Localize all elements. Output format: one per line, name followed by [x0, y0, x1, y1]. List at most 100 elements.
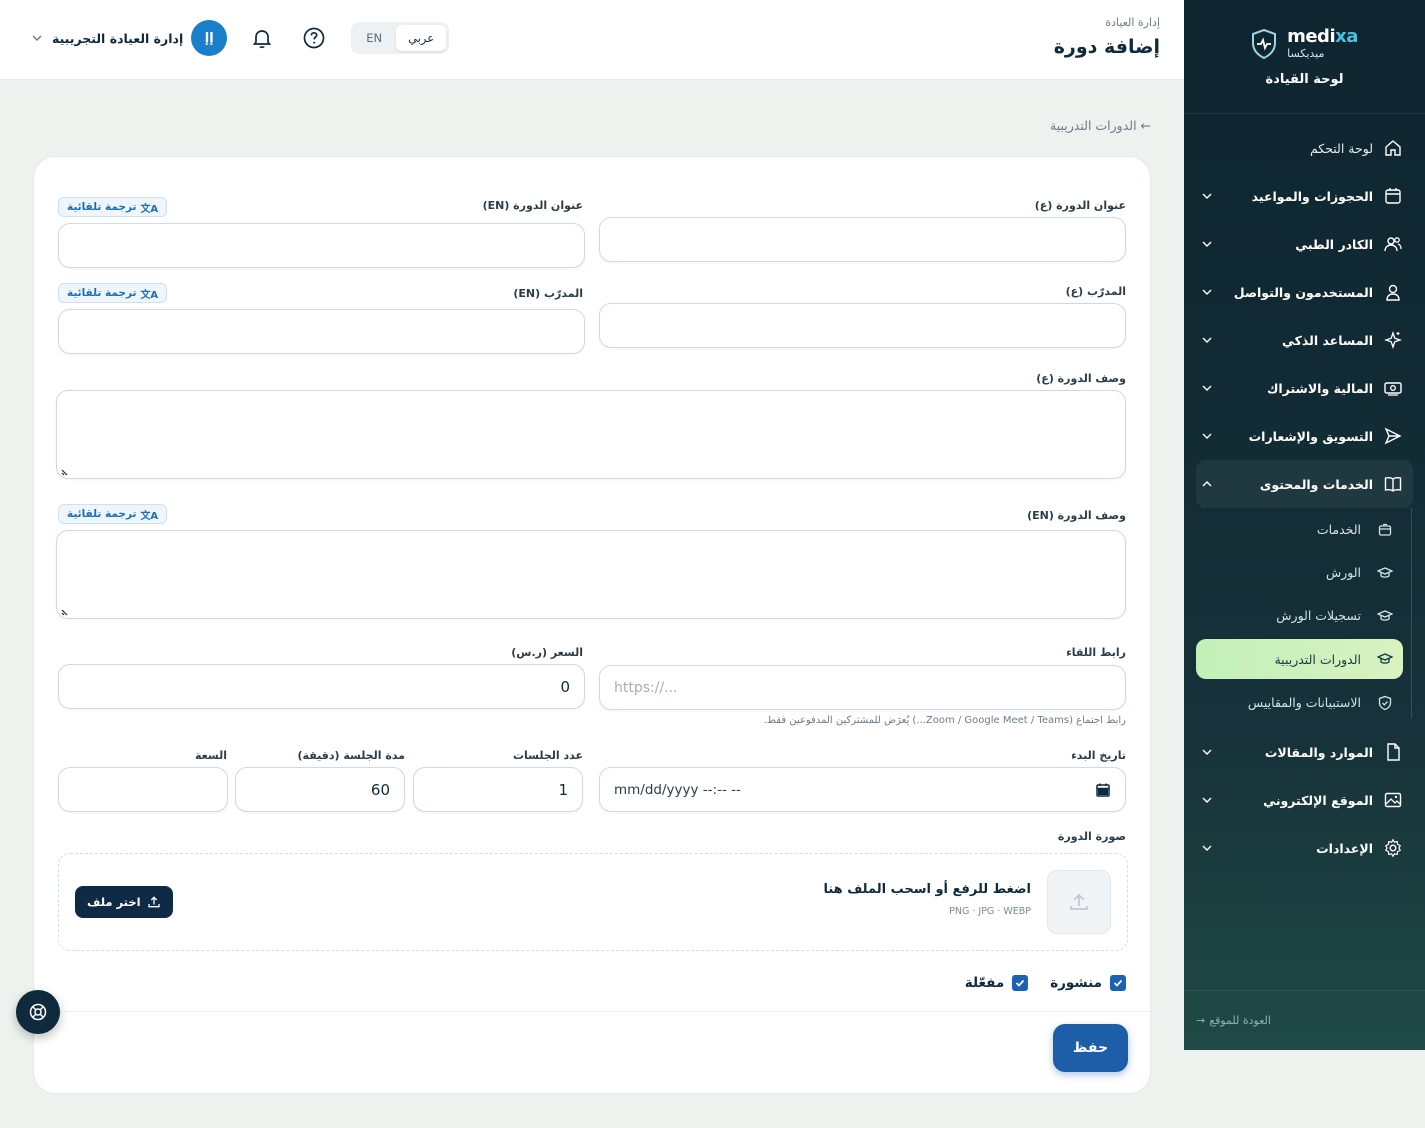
sidebar-item-bookings[interactable]: الحجوزات والمواعيد	[1196, 172, 1413, 220]
sidebar-subitem-training-courses[interactable]: الدورات التدريبية	[1196, 639, 1403, 679]
support-fab-button[interactable]	[16, 990, 60, 1034]
sidebar-item-medical-staff[interactable]: الكادر الطبي	[1196, 220, 1413, 268]
start-date-input[interactable]: mm/dd/yyyy --:-- --	[599, 767, 1126, 812]
resize-handle-icon[interactable]	[61, 607, 70, 616]
sidebar-subitem-workshops[interactable]: الورش	[1196, 551, 1403, 594]
upload-title: اضغط للرفع أو اسحب الملف هنا	[823, 882, 1031, 897]
image-dropzone[interactable]: اضغط للرفع أو اسحب الملف هنا PNG · JPG ·…	[58, 853, 1128, 951]
checkbox-checked-icon	[1012, 975, 1029, 991]
brand: medixa ميديكسا لوحة القيادة	[1184, 0, 1425, 114]
back-to-courses-link[interactable]: ← الدورات التدريبية	[1050, 118, 1151, 133]
sidebar-item-users[interactable]: المستخدمون والتواصل	[1196, 268, 1413, 316]
sessions-input[interactable]: 1	[413, 767, 583, 812]
sidebar-item-label: التسويق والإشعارات	[1248, 428, 1373, 444]
chevron-down-icon	[1202, 385, 1212, 391]
title-en-label: عنوان الدورة (EN)	[482, 199, 583, 212]
topbar-actions: EN عربي إدارة العيادة التجريبية إإ	[30, 20, 450, 56]
home-icon	[1385, 140, 1401, 156]
lifebuoy-icon	[29, 1003, 47, 1021]
translate-icon: 文A	[140, 289, 159, 301]
trainer-ar-label: المدرّب (ع)	[1065, 285, 1126, 298]
user-name: إدارة العيادة التجريبية	[52, 30, 184, 46]
chevron-down-icon	[1202, 797, 1212, 803]
sidebar-subitem-label: الخدمات	[1316, 522, 1361, 537]
avatar: إإ	[191, 20, 228, 56]
trainer-ar-input[interactable]	[599, 303, 1126, 348]
sidebar-item-ai-assistant[interactable]: المساعد الذكي	[1196, 316, 1413, 364]
lang-ar-button[interactable]: عربي	[396, 25, 447, 51]
sidebar-nav: لوحة التحكم الحجوزات والمواعيد الكادر ال…	[1184, 114, 1425, 872]
image-icon	[1384, 792, 1402, 808]
topbar: إدارة العيادة إضافة دورة EN عربي إدارة ا…	[0, 0, 1184, 80]
sidebar-item-website[interactable]: الموقع الإلكتروني	[1196, 776, 1413, 824]
help-button[interactable]	[299, 23, 329, 53]
user-menu[interactable]: إدارة العيادة التجريبية إإ	[30, 20, 228, 56]
sidebar-subitem-surveys[interactable]: الاستبيانات والمقاييس	[1196, 681, 1403, 724]
auto-translate-label: ترجمة تلقائية	[67, 508, 137, 520]
auto-translate-description-button[interactable]: 文A ترجمة تلقائية	[58, 504, 168, 524]
sidebar-item-settings[interactable]: الإعدادات	[1196, 824, 1413, 872]
sidebar-subitem-label: تسجيلات الورش	[1276, 608, 1361, 623]
auto-translate-label: ترجمة تلقائية	[67, 201, 137, 213]
duration-label: مدة الجلسة (دقيقة)	[297, 749, 405, 762]
course-form-card: عنوان الدورة (ع) عنوان الدورة (EN) 文A تر…	[33, 156, 1151, 1094]
sidebar-item-dashboard[interactable]: لوحة التحكم	[1196, 124, 1413, 172]
language-toggle: EN عربي	[351, 22, 450, 54]
published-checkbox[interactable]: منشورة	[1050, 975, 1126, 991]
meeting-link-hint: رابط اجتماع (Zoom / Google Meet / Teams.…	[763, 715, 1126, 726]
sidebar: medixa ميديكسا لوحة القيادة لوحة التحكم …	[1184, 0, 1425, 1050]
save-button[interactable]: حفظ	[1053, 1024, 1128, 1072]
auto-translate-trainer-button[interactable]: 文A ترجمة تلقائية	[58, 283, 168, 303]
trainer-en-input[interactable]	[58, 309, 585, 354]
sidebar-item-finance[interactable]: المالية والاشتراك	[1196, 364, 1413, 412]
checkbox-checked-icon	[1110, 975, 1126, 991]
chevron-down-icon	[1202, 433, 1212, 439]
sidebar-item-label: لوحة التحكم	[1309, 140, 1373, 156]
calendar-picker-icon[interactable]	[1095, 782, 1111, 798]
description-en-label: وصف الدورة (EN)	[1027, 509, 1126, 522]
lang-en-button[interactable]: EN	[354, 25, 394, 51]
price-label: السعر (ر.س)	[511, 646, 583, 659]
title-en-input[interactable]	[58, 223, 585, 268]
published-label: منشورة	[1050, 975, 1102, 991]
sidebar-subitem-label: الاستبيانات والمقاييس	[1247, 695, 1361, 710]
sidebar-item-services-content[interactable]: الخدمات والمحتوى	[1196, 460, 1413, 508]
meeting-link-input[interactable]: https://...	[599, 665, 1126, 710]
calendar-icon	[1385, 188, 1401, 204]
notifications-button[interactable]	[247, 23, 277, 53]
back-to-site-link[interactable]: → العودة للموقع	[1184, 990, 1425, 1050]
course-image-label: صورة الدورة	[1057, 830, 1126, 843]
brand-name-en: medixa	[1287, 26, 1358, 47]
sidebar-submenu: الخدمات الورش تسجيلات الورش الدورات التد…	[1184, 508, 1425, 728]
sidebar-subitem-label: الدورات التدريبية	[1274, 651, 1361, 667]
description-ar-textarea[interactable]	[56, 390, 1126, 479]
sidebar-subitem-label: الورش	[1325, 565, 1361, 580]
start-date-label: تاريخ البدء	[1071, 749, 1126, 762]
sidebar-item-label: الخدمات والمحتوى	[1259, 476, 1373, 492]
sidebar-subitem-services[interactable]: الخدمات	[1196, 508, 1403, 551]
capacity-input[interactable]	[58, 767, 228, 812]
price-value: 0	[560, 677, 570, 696]
duration-input[interactable]: 60	[235, 767, 405, 812]
graduation-cap-icon	[1377, 653, 1393, 664]
resize-handle-icon[interactable]	[61, 467, 70, 476]
chevron-down-icon	[1202, 289, 1212, 295]
title-ar-input[interactable]	[599, 217, 1126, 262]
upload-formats: PNG · JPG · WEBP	[949, 906, 1031, 917]
sidebar-item-marketing[interactable]: التسويق والإشعارات	[1196, 412, 1413, 460]
shield-check-icon	[1378, 695, 1392, 710]
status-checkboxes: منشورة مفعّلة	[965, 975, 1126, 991]
dashboard-subtitle: لوحة القيادة	[1265, 72, 1344, 87]
chevron-down-icon	[32, 35, 42, 41]
price-input[interactable]: 0	[58, 664, 585, 709]
auto-translate-title-button[interactable]: 文A ترجمة تلقائية	[58, 197, 168, 217]
chevron-down-icon	[1202, 845, 1212, 851]
choose-file-button[interactable]: اختر ملف	[75, 886, 173, 918]
sidebar-item-label: الإعدادات	[1316, 840, 1373, 856]
shield-logo-icon	[1252, 28, 1277, 59]
sidebar-subitem-workshop-registrations[interactable]: تسجيلات الورش	[1196, 594, 1403, 637]
send-icon	[1384, 427, 1402, 445]
active-checkbox[interactable]: مفعّلة	[965, 975, 1029, 991]
sidebar-item-resources[interactable]: الموارد والمقالات	[1196, 728, 1413, 776]
description-en-textarea[interactable]	[56, 530, 1126, 619]
